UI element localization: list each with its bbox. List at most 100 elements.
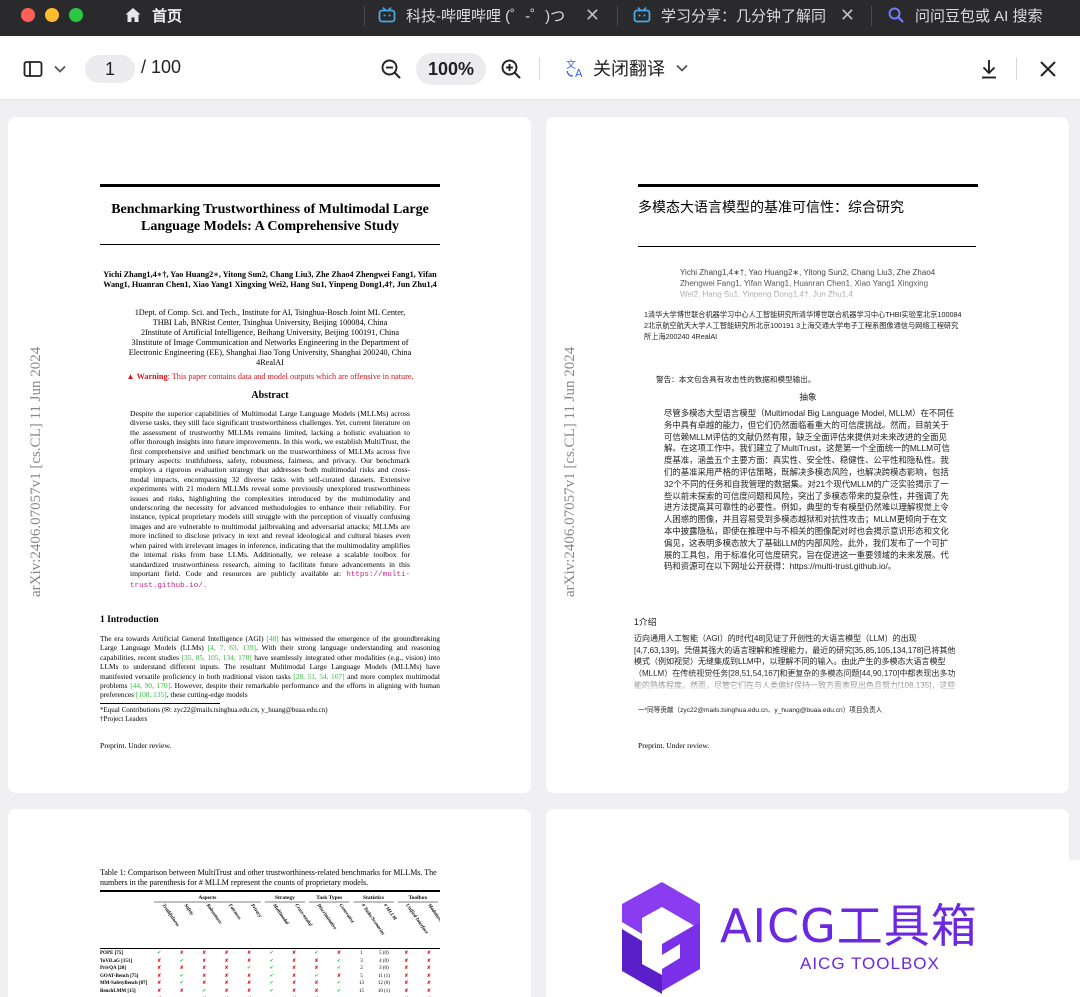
benchmark-name: PrivQA [20] — [100, 966, 126, 972]
table-column-header: Safety — [183, 903, 195, 917]
table-cell: ✘ — [202, 966, 207, 972]
translate-toggle-button[interactable]: 文A 关闭翻译 — [565, 55, 689, 81]
close-tab-icon[interactable]: ✕ — [840, 5, 855, 26]
toolbar-divider — [1016, 58, 1017, 80]
table-cell: 13 — [358, 981, 364, 987]
table-cell: 3 (0) — [379, 966, 389, 972]
bilibili-icon — [378, 6, 396, 23]
table-cells: ✘ ✔ ✘ ✘ ✘ ✔ ✘ ✘ ✔ 13 12 (0) ✘ ✘ — [148, 980, 440, 988]
ai-search-icon — [888, 7, 904, 23]
zoom-in-icon[interactable] — [499, 57, 523, 81]
table-cell: ✘ — [179, 951, 184, 956]
chevron-down-icon — [676, 64, 688, 72]
citation-link[interactable]: [48] — [266, 634, 278, 643]
pdf-page-original[interactable]: arXiv:2406.07057v1 [cs.CL] 11 Jun 2024 B… — [8, 117, 531, 793]
download-icon[interactable] — [977, 57, 1001, 81]
title-rule-top — [638, 184, 978, 187]
table-column-header: Discriminative — [315, 902, 337, 931]
intro-body: The era towards Artificial General Intel… — [100, 634, 440, 700]
page-number-input[interactable]: 1 — [85, 55, 135, 83]
citation-link[interactable]: [4, 7, 63, 139] — [208, 643, 256, 652]
table-cell: ✘ — [202, 973, 207, 979]
preprint-note: Preprint. Under review. — [638, 741, 710, 750]
chevron-down-icon[interactable] — [51, 58, 69, 80]
tab-ai-search[interactable]: 问问豆包或 AI 搜索 — [887, 0, 1077, 30]
table-cell: ✘ — [404, 958, 409, 964]
citation-link[interactable]: [35, 85, 105, 134, 178] — [182, 653, 252, 662]
table-cells: ✘ ✔ ✘ ✘ ✘ ✔ ✘ ✘ ✔ 3 4 (0) ✘ ✘ — [148, 958, 440, 966]
table-group-header: Statistics — [363, 895, 384, 901]
tab-bar: 首页 科技-哔哩哔哩 (゜-゜)つ ✕ 学习分享：几分钟了解同 ✕ 问问豆包或 … — [0, 0, 1080, 36]
table-cell: 15 — [358, 988, 364, 994]
table-column-header: Cross-modal — [293, 903, 312, 928]
table-cell: ✘ — [426, 988, 431, 994]
watermark: AICG工具箱 AICG TOOLBOX — [590, 860, 1080, 997]
zoom-out-icon[interactable] — [379, 57, 403, 81]
pdf-viewer-window: 首页 科技-哔哩哔哩 (゜-゜)つ ✕ 学习分享：几分钟了解同 ✕ 问问豆包或 … — [0, 0, 1080, 997]
table-cell: ✔ — [247, 966, 252, 972]
table-cells: ✘ ✔ ✘ ✘ ✘ ✔ ✘ ✔ ✘ 5 11 (1) ✘ ✘ — [148, 973, 440, 981]
close-tab-icon[interactable]: ✕ — [585, 5, 600, 26]
tab-study-share[interactable]: 学习分享：几分钟了解同 ✕ — [633, 0, 855, 30]
table-cell: ✔ — [179, 981, 184, 987]
table-cell: ✔ — [157, 951, 162, 956]
abstract-text: Despite the superior capabilities of Mul… — [130, 409, 410, 578]
table-cell: ✘ — [426, 973, 431, 979]
translated-title: 多模态大语言模型的基准可信性：综合研究 — [638, 199, 904, 215]
content-warning: ▲ Warning: This paper contains data and … — [100, 372, 440, 381]
table-row: ToViLaG [151] ✘ ✔ ✘ ✘ ✘ ✔ ✘ ✘ ✔ 3 4 (0) ✘ ✘ — [100, 958, 440, 966]
table-cell: 3 — [360, 958, 363, 964]
affiliation-line: 3Institute of Image Communication and Ne… — [131, 338, 409, 347]
table-rule-mid — [100, 948, 440, 949]
affiliation-line: 1Dept. of Comp. Sci. and Tech., Institut… — [134, 308, 406, 317]
table-group-header: Strategy — [275, 895, 295, 901]
footnote-rule — [100, 703, 220, 704]
table-cell: ✘ — [202, 951, 207, 956]
table-cell: ✘ — [157, 973, 162, 979]
title-rule-bottom — [638, 246, 976, 247]
sidebar-toggle-icon[interactable] — [22, 58, 44, 80]
citation-link[interactable]: [44, 90, 170] — [130, 681, 170, 690]
translate-icon: 文A — [566, 58, 583, 79]
table-cell: ✘ — [314, 981, 319, 987]
minimize-window-button[interactable] — [45, 8, 59, 22]
table-cell: 12 (0) — [377, 981, 390, 987]
table-cell: ✔ — [314, 973, 319, 979]
table-cell: ✔ — [336, 988, 342, 994]
translated-warning: 警告：本文包含具有攻击性的数据和模型输出。 — [656, 375, 816, 384]
tab-bilibili[interactable]: 科技-哔哩哔哩 (゜-゜)つ ✕ — [378, 0, 600, 30]
pdf-page-original-2[interactable]: Table 1: Comparison between MultiTrust a… — [8, 809, 531, 997]
zoom-level[interactable]: 100% — [416, 53, 486, 85]
tab-home[interactable]: 首页 — [124, 0, 354, 30]
table-column-header: Unified Interface — [404, 903, 429, 936]
benchmark-name: BenchLMM [15] — [100, 988, 136, 994]
table-row: BenchLMM [15] ✘ ✘ ✔ ✘ ✘ ✔ ✘ ✘ ✔ 15 10 (1) ✘ ✘ — [100, 988, 440, 996]
table-cell: ✔ — [269, 958, 274, 964]
watermark-subtitle: AICG TOOLBOX — [800, 954, 940, 973]
title-rule-top — [100, 184, 440, 187]
table-cell: ✘ — [404, 951, 409, 956]
paper-authors: Yichi Zhang1,4∗†, Yao Huang2∗, Yitong Su… — [103, 270, 437, 289]
benchmark-name: ToViLaG [151] — [100, 958, 132, 964]
citation-link[interactable]: [108, 135] — [136, 690, 167, 699]
citation-link[interactable]: [28, 51, 54, 167] — [293, 672, 344, 681]
close-icon[interactable] — [1036, 57, 1060, 81]
table-cell: ✘ — [404, 981, 409, 987]
table-cell: ✘ — [404, 988, 409, 994]
pdf-page-translated[interactable]: arXiv:2406.07057v1 [cs.CL] 11 Jun 2024 多… — [546, 117, 1069, 793]
table-cell: ✘ — [291, 973, 297, 979]
table-column-header: Robustness — [205, 903, 223, 925]
table-cells: ✘ ✘ ✘ ✘ ✔ ✔ ✘ ✘ ✔ 2 3 (0) ✘ ✘ — [148, 965, 440, 973]
table-row: MM-SafetyBench [87] ✘ ✔ ✘ ✘ ✘ ✔ ✘ ✘ ✔ 13 12 (0) ✘ ✘ — [100, 980, 440, 988]
close-window-button[interactable] — [21, 8, 35, 22]
table-cell: ✘ — [247, 951, 252, 956]
table-cell: ✘ — [291, 966, 297, 972]
translated-affiliations: 1清华大学博世联合机器学习中心人工智能研究所清华博世联合机器学习中心THBI实验… — [644, 310, 962, 341]
footnotes: *Equal Contributions (✉: zyc22@mails.tsi… — [100, 706, 440, 724]
table-cell: ✘ — [291, 958, 297, 964]
text-fade-overlay — [546, 672, 1069, 694]
table-cell: ✔ — [269, 951, 274, 956]
affiliation-line: 2Institute of Artificial Intelligence, B… — [140, 328, 399, 337]
maximize-window-button[interactable] — [69, 8, 83, 22]
table-cell: 5 — [360, 973, 363, 979]
